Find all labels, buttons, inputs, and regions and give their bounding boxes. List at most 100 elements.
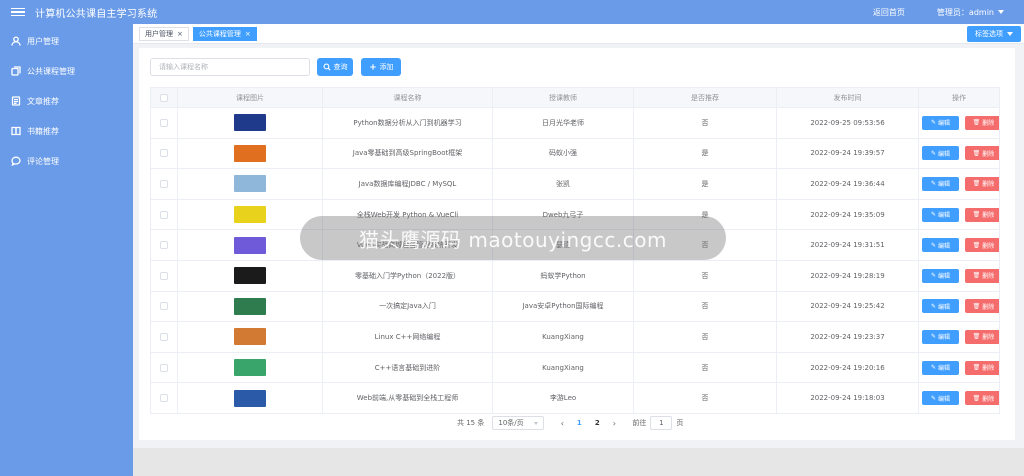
row-checkbox[interactable]	[160, 363, 168, 372]
sidebar-item-comments[interactable]: 评论管理	[0, 146, 133, 176]
trash-icon: 🗑	[972, 272, 981, 280]
column-header: 是否推荐	[633, 87, 777, 108]
edit-button[interactable]: ✎ 编辑	[922, 329, 959, 344]
select-all-checkbox[interactable]	[160, 93, 168, 102]
prev-page-icon[interactable]: ‹	[554, 419, 570, 428]
sidebar-item-users[interactable]: 用户管理	[0, 26, 133, 56]
sidebar-item-books[interactable]: 书籍推荐	[0, 116, 133, 146]
actions-cell: ✎ 编辑 🗑 删除	[918, 321, 1000, 353]
actions-cell: ✎ 编辑 🗑 删除	[918, 259, 1000, 292]
close-icon[interactable]: ×	[177, 30, 183, 38]
teacher-cell: Java安卓Python国际编程	[492, 290, 634, 323]
course-image-cell	[177, 259, 323, 292]
course-thumbnail	[234, 144, 266, 162]
sidebar-item-label: 文章推荐	[27, 96, 59, 106]
row-checkbox[interactable]	[160, 302, 168, 311]
admin-label: 管理员：admin	[936, 7, 994, 17]
delete-button[interactable]: 🗑 删除	[965, 299, 999, 314]
trash-icon: 🗑	[972, 302, 981, 310]
row-select-cell	[150, 229, 178, 261]
row-checkbox[interactable]	[160, 118, 168, 127]
edit-button[interactable]: ✎ 编辑	[922, 115, 959, 130]
delete-button[interactable]: 🗑 删除	[965, 238, 999, 253]
delete-button[interactable]: 🗑 删除	[965, 146, 999, 161]
course-name-cell: Web前端,从零基础到全栈工程师	[322, 382, 493, 414]
close-icon[interactable]: ×	[245, 30, 251, 38]
row-checkbox[interactable]	[160, 179, 168, 188]
publish-time-cell: 2022-09-24 19:28:19	[776, 259, 919, 292]
delete-button[interactable]: 🗑 删除	[965, 207, 999, 222]
edit-button[interactable]: ✎ 编辑	[922, 176, 959, 191]
edit-button[interactable]: ✎ 编辑	[922, 299, 959, 314]
trash-icon: 🗑	[972, 119, 981, 127]
edit-icon: ✎	[930, 180, 936, 188]
sidebar-item-articles[interactable]: 文章推荐	[0, 86, 133, 116]
recommended-cell: 否	[633, 321, 777, 353]
tab-courses[interactable]: 公共课程管理 ×	[192, 26, 257, 41]
column-header: 课程名称	[322, 87, 493, 108]
page-size-select[interactable]: 10条/页	[492, 416, 545, 430]
edit-button[interactable]: ✎ 编辑	[922, 238, 959, 253]
actions-cell: ✎ 编辑 🗑 删除	[918, 382, 1000, 414]
sidebar-item-label: 评论管理	[27, 156, 59, 166]
publish-time-cell: 2022-09-24 19:36:44	[776, 168, 919, 200]
delete-button[interactable]: 🗑 删除	[965, 176, 999, 191]
admin-dropdown[interactable]: 管理员：admin	[937, 7, 1004, 18]
tab-users[interactable]: 用户管理 ×	[139, 26, 189, 41]
teacher-cell: 张凯	[492, 168, 634, 200]
delete-button[interactable]: 🗑 删除	[965, 329, 999, 344]
page-number[interactable]: 2	[588, 419, 606, 427]
edit-button[interactable]: ✎ 编辑	[922, 207, 959, 222]
actions-cell: ✎ 编辑 🗑 删除	[918, 107, 1000, 139]
table-row: C++语言基础到进阶 KuangXiang 否 2022-09-24 19:20:16…	[150, 351, 1000, 384]
row-checkbox[interactable]	[160, 394, 168, 403]
row-checkbox[interactable]	[160, 149, 168, 158]
actions-cell: ✎ 编辑 🗑 删除	[918, 137, 1000, 170]
teacher-cell: 蚂蚁学Python	[492, 259, 634, 292]
course-image-cell	[177, 321, 323, 353]
row-checkbox[interactable]	[160, 332, 168, 341]
sidebar: 用户管理 公共课程管理 文章推荐 书籍推荐 评论管理	[0, 24, 133, 476]
table-row: 零基础入门学Python（2022版） 蚂蚁学Python 否 2022-09-24 …	[150, 259, 1000, 292]
page-suffix: 页	[676, 419, 684, 427]
row-checkbox[interactable]	[160, 241, 168, 250]
add-button[interactable]: 添加	[361, 58, 401, 76]
edit-label: 编辑	[938, 303, 951, 311]
caret-down-icon	[998, 10, 1004, 14]
edit-button[interactable]: ✎ 编辑	[922, 146, 959, 161]
next-page-icon[interactable]: ›	[606, 419, 622, 428]
row-select-cell	[150, 259, 178, 292]
tag-options-button[interactable]: 标签选项	[967, 26, 1021, 42]
chat-icon	[11, 156, 21, 166]
copy-icon	[11, 66, 21, 76]
delete-button[interactable]: 🗑 删除	[965, 268, 999, 283]
home-link[interactable]: 返回首页	[873, 7, 905, 18]
actions-cell: ✎ 编辑 🗑 删除	[918, 290, 1000, 323]
edit-button[interactable]: ✎ 编辑	[922, 268, 959, 283]
table-row: Web前端,从零基础到全栈工程师 李游Leo 否 2022-09-24 19:18:0…	[150, 382, 1000, 414]
sidebar-item-label: 公共课程管理	[27, 66, 75, 76]
tags-view-bar: 用户管理 × 公共课程管理 × 标签选项	[133, 24, 1024, 44]
recommended-cell: 否	[633, 290, 777, 323]
delete-label: 删除	[982, 150, 995, 158]
query-button[interactable]: 查询	[317, 58, 353, 76]
edit-button[interactable]: ✎ 编辑	[922, 360, 959, 375]
page-size-value: 10条/页	[498, 419, 524, 427]
edit-icon: ✎	[930, 149, 936, 157]
course-thumbnail	[234, 114, 266, 132]
sidebar-item-courses[interactable]: 公共课程管理	[0, 56, 133, 86]
hamburger-menu-icon[interactable]	[11, 7, 25, 17]
delete-button[interactable]: 🗑 删除	[965, 391, 999, 406]
edit-label: 编辑	[938, 120, 951, 128]
row-checkbox[interactable]	[160, 271, 168, 280]
course-image-cell	[177, 198, 323, 231]
page-number[interactable]: 1	[570, 419, 588, 427]
edit-button[interactable]: ✎ 编辑	[922, 391, 959, 406]
delete-button[interactable]: 🗑 删除	[965, 115, 999, 130]
delete-button[interactable]: 🗑 删除	[965, 360, 999, 375]
search-input[interactable]	[150, 58, 310, 76]
goto-page-input[interactable]	[650, 416, 673, 430]
actions-cell: ✎ 编辑 🗑 删除	[918, 168, 1000, 200]
row-checkbox[interactable]	[160, 210, 168, 219]
column-header: 操作	[918, 87, 1000, 108]
